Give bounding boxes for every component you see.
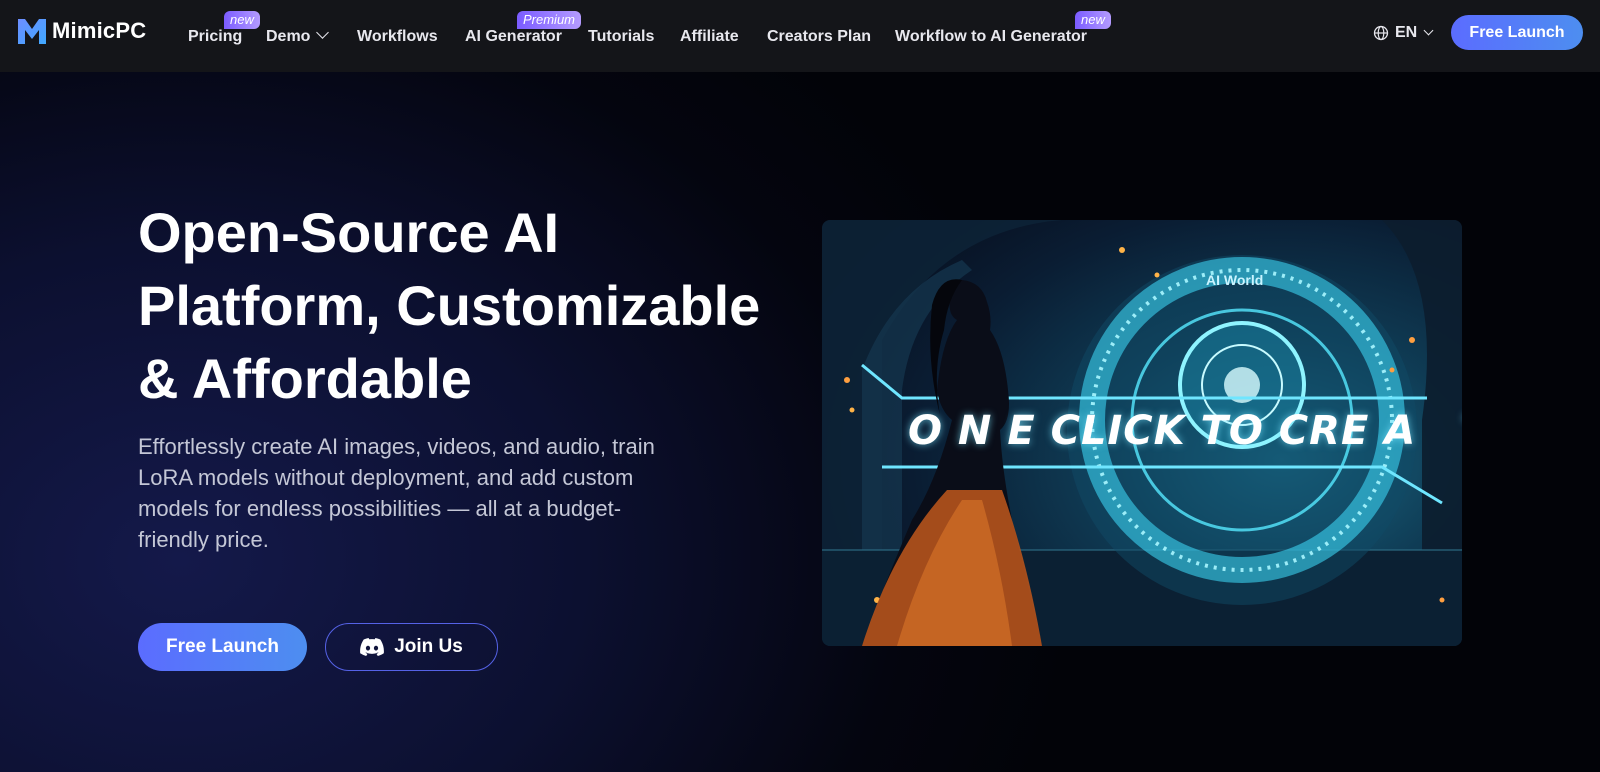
discord-icon — [360, 638, 385, 656]
nav-workflows[interactable]: Workflows — [357, 28, 438, 46]
top-navbar: MimicPC Pricing new Demo Workflows AI Ge… — [0, 0, 1600, 72]
mimicpc-logo-icon — [18, 19, 46, 44]
nav-workflow-to-ai-generator[interactable]: Workflow to AI Generator — [895, 28, 1087, 46]
nav-demo-label: Demo — [266, 28, 311, 45]
hero-title: Open-Source AI Platform, Customizable & … — [138, 196, 778, 415]
language-selector[interactable]: EN — [1373, 24, 1434, 42]
portal-label: AI World — [1206, 272, 1264, 288]
hero-title-line: & Affordable — [138, 347, 472, 410]
nav-tutorials[interactable]: Tutorials — [588, 28, 654, 46]
chevron-down-icon — [316, 26, 330, 39]
new-badge: new — [1075, 11, 1111, 29]
join-us-button[interactable]: Join Us — [325, 623, 498, 671]
hero-image: AI World O N E CLICK TO CRE A TE — [822, 220, 1462, 646]
free-launch-button[interactable]: Free Launch — [138, 623, 307, 671]
free-launch-nav-button[interactable]: Free Launch — [1451, 15, 1583, 50]
join-us-label: Join Us — [394, 636, 463, 657]
hero-title-line: Open-Source AI — [138, 201, 560, 264]
overlay-text: O N E CLICK TO CRE A TE — [908, 408, 1462, 454]
nav-creators-plan[interactable]: Creators Plan — [767, 28, 871, 46]
language-label: EN — [1395, 24, 1418, 41]
hero-description: Effortlessly create AI images, videos, a… — [138, 434, 655, 552]
premium-badge: Premium — [517, 11, 582, 29]
new-badge: new — [224, 11, 260, 29]
hero-title-line: Platform, Customizable — [138, 274, 761, 337]
logo[interactable]: MimicPC — [16, 16, 146, 46]
brand-name: MimicPC — [52, 18, 147, 43]
globe-icon — [1373, 25, 1389, 41]
nav-ai-generator[interactable]: AI Generator — [465, 28, 562, 46]
nav-demo[interactable]: Demo — [266, 26, 330, 46]
nav-pricing[interactable]: Pricing — [188, 28, 242, 46]
chevron-down-icon — [1423, 25, 1434, 35]
nav-affiliate[interactable]: Affiliate — [680, 28, 739, 46]
